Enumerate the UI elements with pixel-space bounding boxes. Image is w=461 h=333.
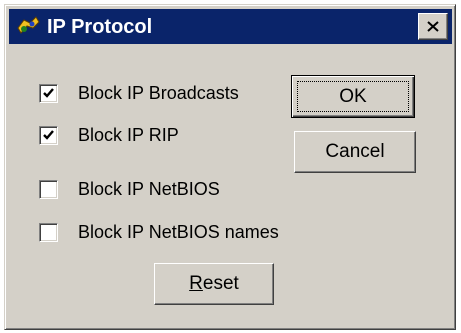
focus-indicator [297,81,409,112]
ok-button[interactable]: OK [291,75,415,118]
cancel-button[interactable]: Cancel [294,131,416,173]
option-label: Block IP NetBIOS [78,179,220,199]
checkmark-icon [43,129,54,140]
option-label: Block IP RIP [78,125,179,145]
close-icon [427,21,439,32]
window-title: IP Protocol [47,16,153,38]
reset-label-rest: eset [202,273,239,294]
reset-mnemonic: R [189,273,203,294]
checkbox-block-ip-netbios[interactable] [39,179,58,199]
checkbox-block-ip-netbios-names[interactable] [39,222,58,242]
reset-button-label: Reset [189,273,239,295]
option-block-ip-rip[interactable]: Block IP RIP [39,120,179,150]
checkmark-icon [43,87,54,98]
app-icon [15,14,41,38]
ip-protocol-dialog: IP Protocol Block IP Broadcasts Block IP… [4,4,456,330]
close-button[interactable] [418,13,448,40]
checkbox-block-ip-rip[interactable] [39,125,58,145]
checkbox-block-ip-broadcasts[interactable] [39,83,58,103]
option-label: Block IP NetBIOS names [78,222,279,242]
reset-button[interactable]: Reset [154,263,274,305]
cancel-button-label: Cancel [325,141,385,162]
option-label: Block IP Broadcasts [78,83,239,103]
title-bar: IP Protocol [9,9,452,44]
option-block-ip-netbios-names[interactable]: Block IP NetBIOS names [39,217,279,247]
option-block-ip-broadcasts[interactable]: Block IP Broadcasts [39,78,239,108]
option-block-ip-netbios[interactable]: Block IP NetBIOS [39,174,220,204]
